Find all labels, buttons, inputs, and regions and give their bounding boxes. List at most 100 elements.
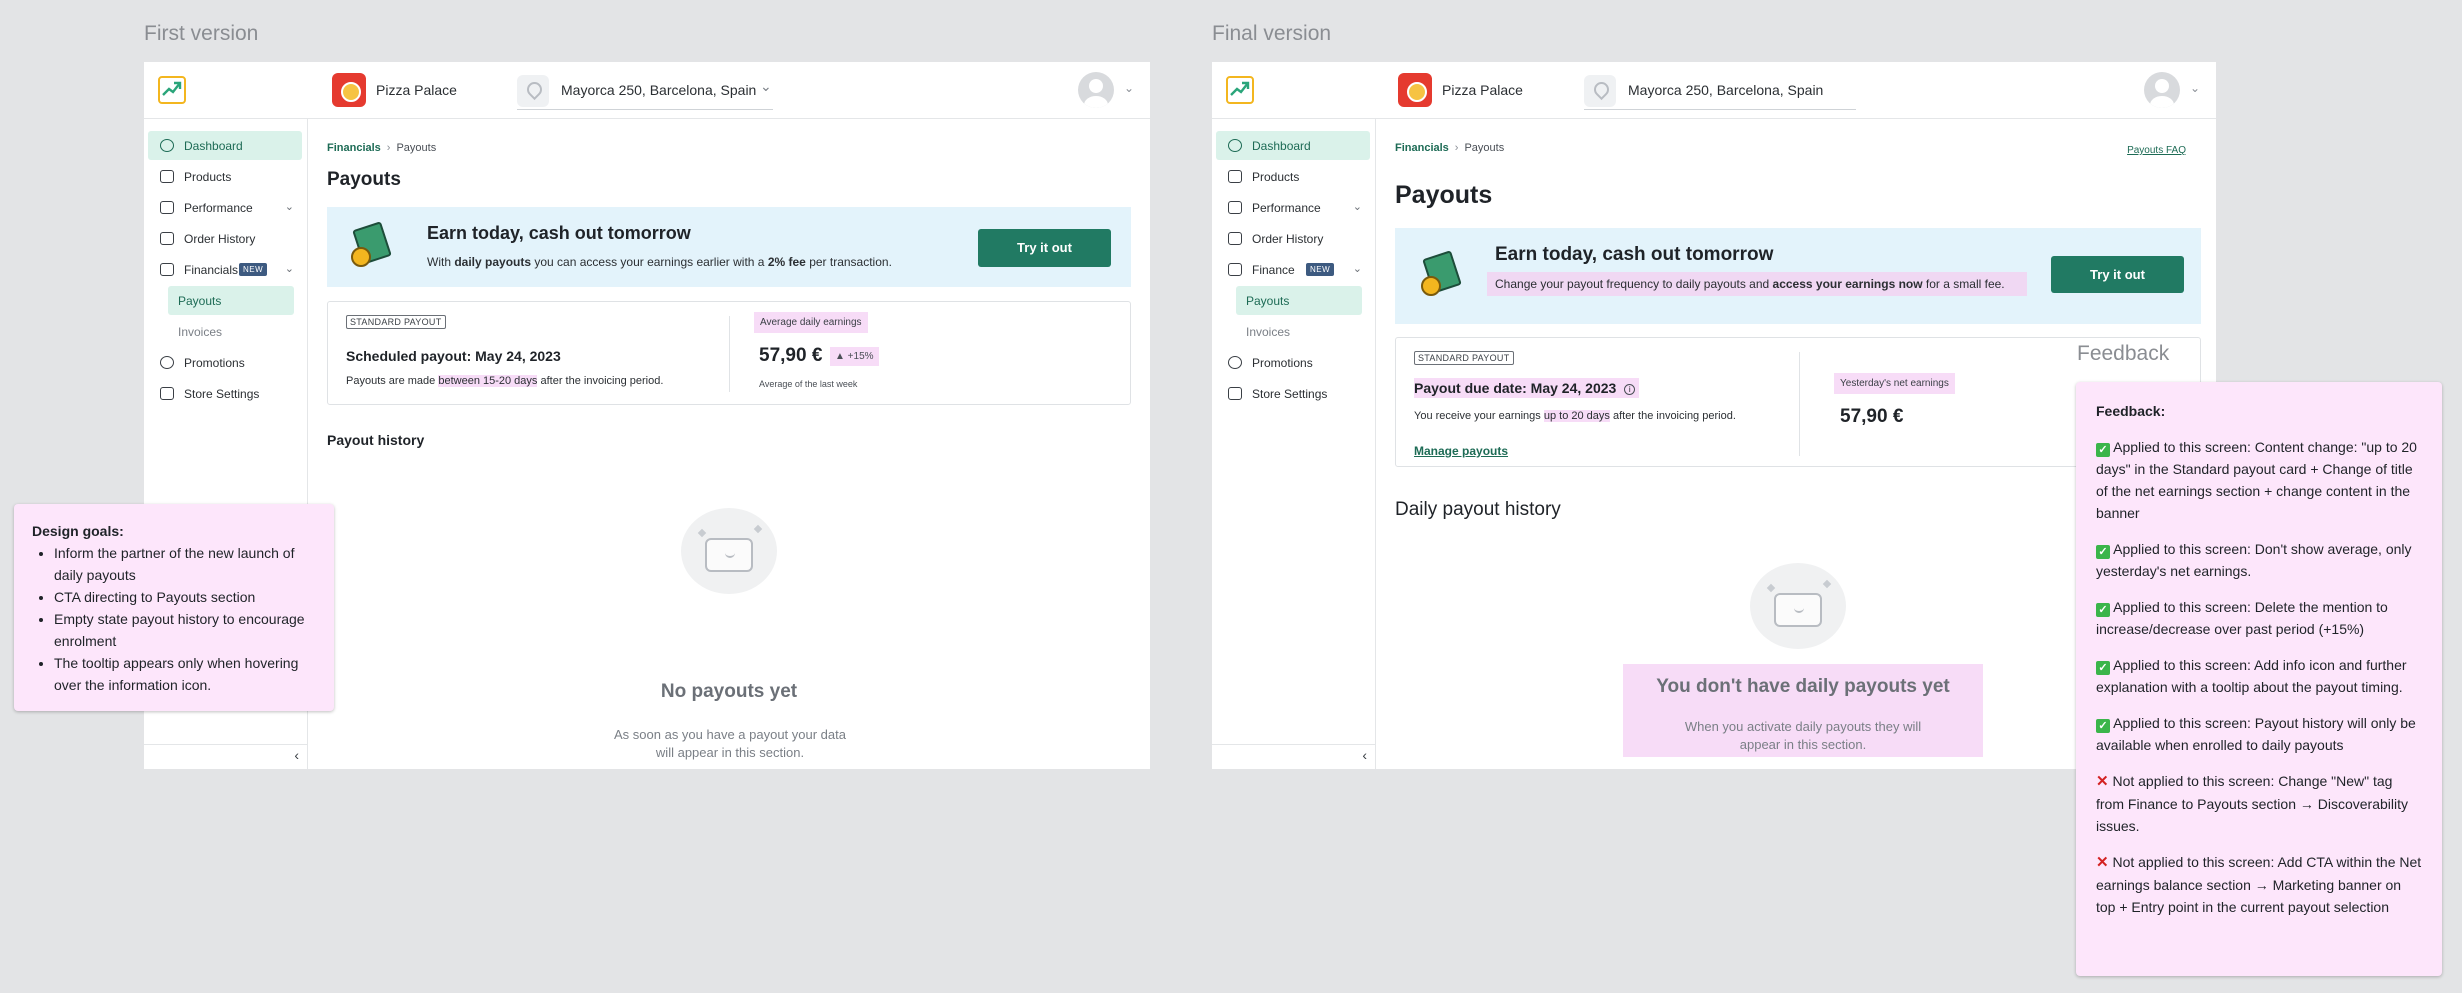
breadcrumb-current: Payouts bbox=[396, 142, 437, 154]
sidebar-item-financials[interactable]: Financials NEW ⌄ bbox=[148, 255, 302, 284]
cash-illustration bbox=[347, 221, 393, 269]
sidebar-item-label: Payouts bbox=[178, 294, 222, 308]
empty-state-title: No payouts yet bbox=[660, 681, 798, 702]
payout-due-date-title: Payout due date: May 24, 2023 i bbox=[1414, 378, 1640, 398]
divider bbox=[729, 316, 730, 392]
banner-text: With daily payouts you can access your e… bbox=[427, 253, 892, 271]
restaurant-name[interactable]: Pizza Palace bbox=[376, 82, 457, 98]
new-badge: NEW bbox=[239, 263, 268, 276]
location-pin-icon bbox=[1584, 75, 1616, 107]
standard-payout-tag: STANDARD PAYOUT bbox=[1414, 351, 1514, 365]
sidebar-item-performance[interactable]: Performance ⌄ bbox=[1216, 193, 1370, 222]
standard-payout-tag: STANDARD PAYOUT bbox=[346, 315, 446, 329]
feedback-heading: Feedback bbox=[2077, 342, 2170, 365]
sidebar-item-performance[interactable]: Performance ⌄ bbox=[148, 193, 302, 222]
due-date-text: Payout due date: May 24, 2023 bbox=[1414, 378, 1619, 398]
feedback-text: Applied to this screen: Delete the menti… bbox=[2096, 599, 2388, 637]
empty-state-text: When you activate daily payouts they wil… bbox=[1684, 719, 1922, 752]
design-goals-list: Inform the partner of the new launch of … bbox=[54, 542, 316, 696]
speedometer-icon bbox=[160, 139, 174, 152]
timing-text-part: after the invoicing period. bbox=[537, 375, 664, 387]
earnings-amount: 57,90 € bbox=[1840, 406, 1904, 427]
sidebar-item-products[interactable]: Products bbox=[148, 162, 302, 191]
account-chevron-icon[interactable]: ⌄ bbox=[1124, 81, 1134, 95]
collapse-sidebar-icon[interactable]: ‹ bbox=[294, 747, 299, 763]
app-logo-icon[interactable] bbox=[158, 76, 186, 104]
check-icon: ✓ bbox=[2096, 603, 2110, 617]
promo-banner: Earn today, cash out tomorrow Change you… bbox=[1395, 228, 2201, 324]
collapse-sidebar-icon[interactable]: ‹ bbox=[1362, 747, 1367, 763]
banner-text-part: With bbox=[427, 255, 455, 269]
chevron-down-icon: ⌄ bbox=[1352, 201, 1362, 213]
percent-icon bbox=[160, 356, 174, 369]
payouts-faq-link[interactable]: Payouts FAQ bbox=[2127, 145, 2186, 156]
location-select[interactable]: Mayorca 250, Barcelona, Spain bbox=[1628, 82, 1823, 98]
chevron-down-icon: ⌄ bbox=[284, 263, 294, 275]
breadcrumb-financials[interactable]: Financials bbox=[327, 142, 381, 154]
page-title: Payouts bbox=[1395, 181, 1493, 209]
store-icon bbox=[160, 387, 174, 400]
sidebar-item-order-history[interactable]: Order History bbox=[1216, 224, 1370, 253]
feedback-title: Feedback: bbox=[2096, 403, 2166, 419]
feedback-text: Applied to this screen: Add info icon an… bbox=[2096, 657, 2407, 695]
new-badge: NEW bbox=[1306, 263, 1335, 276]
earnings-change-badge: ▲ +15% bbox=[830, 347, 879, 366]
timing-text-part: You receive your earnings bbox=[1414, 410, 1544, 422]
sidebar-item-store-settings[interactable]: Store Settings bbox=[1216, 379, 1370, 408]
check-icon: ✓ bbox=[2096, 661, 2110, 675]
sidebar-item-dashboard[interactable]: Dashboard bbox=[1216, 131, 1370, 160]
feedback-note: Feedback: ✓ Applied to this screen: Cont… bbox=[2076, 382, 2442, 976]
money-icon bbox=[1228, 263, 1242, 276]
breadcrumb-separator-icon: › bbox=[1454, 142, 1459, 154]
sidebar-item-dashboard[interactable]: Dashboard bbox=[148, 131, 302, 160]
avatar[interactable] bbox=[1078, 72, 1114, 108]
chevron-down-icon[interactable]: ⌄ bbox=[760, 78, 772, 95]
cross-icon: ✕ bbox=[2096, 854, 2109, 871]
feedback-item: ✓ Applied to this screen: Content change… bbox=[2096, 436, 2424, 524]
store-icon bbox=[1228, 387, 1242, 400]
check-icon: ✓ bbox=[2096, 545, 2110, 559]
feedback-item: ✓ Applied to this screen: Payout history… bbox=[2096, 712, 2424, 756]
topbar: Pizza Palace Mayorca 250, Barcelona, Spa… bbox=[1212, 62, 2216, 119]
standard-payout-card: STANDARD PAYOUT Scheduled payout: May 24… bbox=[327, 301, 1131, 405]
sidebar-item-promotions[interactable]: Promotions bbox=[148, 348, 302, 377]
sidebar-item-label: Promotions bbox=[1252, 356, 1313, 370]
sidebar-item-label: Products bbox=[1252, 170, 1300, 184]
restaurant-name[interactable]: Pizza Palace bbox=[1442, 82, 1523, 98]
sidebar-item-payouts[interactable]: Payouts bbox=[168, 286, 294, 315]
location-select[interactable]: Mayorca 250, Barcelona, Spain bbox=[561, 82, 756, 98]
sidebar-item-store-settings[interactable]: Store Settings bbox=[148, 379, 302, 408]
percent-icon bbox=[1228, 356, 1242, 369]
breadcrumb-separator-icon: › bbox=[386, 142, 391, 154]
try-it-out-button[interactable]: Try it out bbox=[978, 229, 1111, 267]
sidebar-item-products[interactable]: Products bbox=[1216, 162, 1370, 191]
final-version-label: Final version bbox=[1212, 22, 1332, 45]
scheduled-payout-title: Scheduled payout: May 24, 2023 bbox=[346, 348, 561, 364]
sidebar-item-finance[interactable]: Finance NEW ⌄ bbox=[1216, 255, 1370, 284]
breadcrumb: Financials › Payouts bbox=[1395, 142, 1504, 154]
manage-payouts-link[interactable]: Manage payouts bbox=[1414, 444, 1508, 458]
sidebar-item-promotions[interactable]: Promotions bbox=[1216, 348, 1370, 377]
try-it-out-button[interactable]: Try it out bbox=[2051, 256, 2184, 293]
sidebar-item-payouts[interactable]: Payouts bbox=[1236, 286, 1362, 315]
info-icon[interactable]: i bbox=[1624, 384, 1636, 395]
account-chevron-icon[interactable]: ⌄ bbox=[2190, 81, 2200, 95]
chart-icon bbox=[160, 201, 174, 214]
daily-payout-history-title: Daily payout history bbox=[1395, 499, 1561, 520]
earnings-amount: 57,90 € bbox=[759, 345, 823, 366]
avatar[interactable] bbox=[2144, 72, 2180, 108]
timing-text-part: Payouts are made bbox=[346, 375, 439, 387]
breadcrumb: Financials › Payouts bbox=[327, 142, 436, 154]
info-icon-wrap: i bbox=[1618, 378, 1640, 398]
divider bbox=[1212, 744, 1375, 745]
sidebar-item-invoices[interactable]: Invoices bbox=[1236, 317, 1362, 346]
sidebar-item-invoices[interactable]: Invoices bbox=[168, 317, 294, 346]
location-underline bbox=[517, 109, 773, 110]
banner-text-part: Change your payout frequency to daily pa… bbox=[1495, 277, 1773, 291]
sidebar-item-order-history[interactable]: Order History bbox=[148, 224, 302, 253]
app-logo-icon[interactable] bbox=[1226, 76, 1254, 104]
promo-banner: Earn today, cash out tomorrow With daily… bbox=[327, 207, 1131, 287]
timing-text-highlight: between 15-20 days bbox=[438, 375, 538, 387]
feedback-text: Not applied to this screen: Change "New"… bbox=[2096, 773, 2409, 834]
breadcrumb-financials[interactable]: Financials bbox=[1395, 142, 1449, 154]
